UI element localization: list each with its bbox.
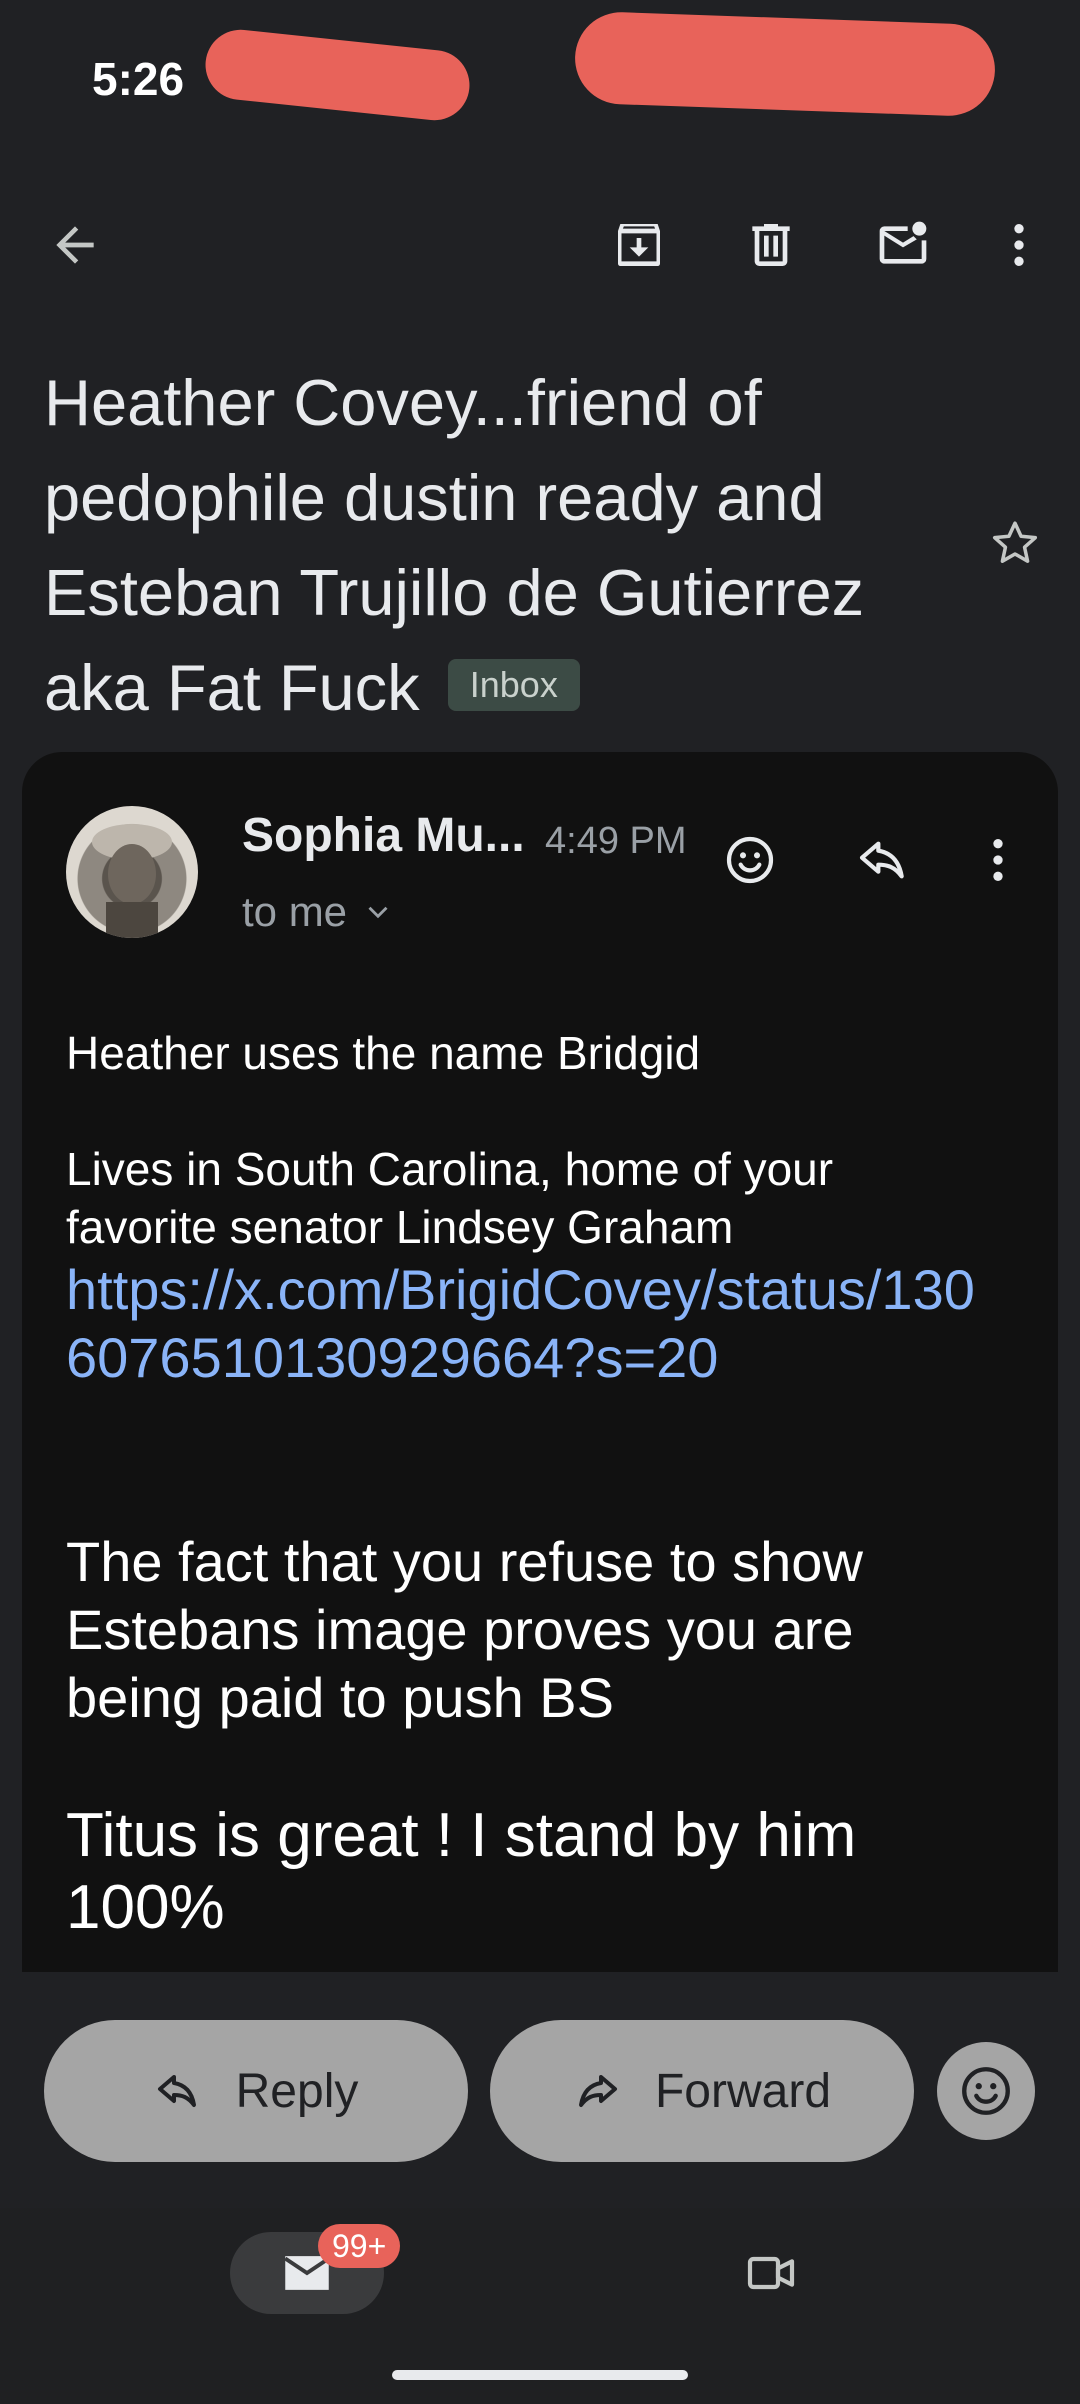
star-button[interactable] [970,498,1060,588]
sender-avatar[interactable] [66,806,198,938]
recipient-text: to me [242,888,348,935]
chevron-down-icon [368,906,388,919]
forward-button[interactable]: Forward [490,2020,914,2162]
redaction-mark [573,10,997,118]
sender-name[interactable]: Sophia Mu... [242,808,525,863]
body-line-1: Heather uses the name Bridgid [66,1027,701,1079]
more-vert-icon [1014,224,1024,266]
back-arrow-icon [56,226,94,264]
archive-icon [618,224,660,266]
more-vert-icon [993,839,1003,881]
person-photo-icon [92,824,172,938]
inbox-label-chip[interactable]: Inbox [447,658,580,711]
body-paragraph-3: The fact that you refuse to show Esteban… [66,1530,863,1729]
email-subject: Heather Covey...friend of pedophile dust… [44,355,944,735]
forward-icon [578,2075,617,2107]
delete-icon [752,224,790,266]
delete-button[interactable] [726,200,816,290]
body-line-2: Lives in South Carolina, home of your fa… [66,1143,834,1253]
recipient-details-toggle[interactable]: to me [242,888,395,936]
redaction-mark [202,26,473,124]
unread-count-badge: 99+ [318,2224,401,2268]
mark-unread-button[interactable] [858,200,948,290]
reply-button[interactable]: Reply [44,2020,468,2162]
video-camera-icon [747,2256,795,2290]
star-icon [992,521,1038,563]
archive-button[interactable] [594,200,684,290]
emoji-icon [962,2067,1010,2115]
reply-icon-button[interactable] [838,815,928,905]
reply-icon [157,2075,196,2107]
forward-label: Forward [654,2064,832,2118]
react-emoji-button[interactable] [705,815,795,905]
emoji-reaction-button[interactable] [937,2042,1035,2140]
reply-label: Reply [235,2064,359,2118]
emoji-icon [726,836,774,884]
nav-meet-tab[interactable] [726,2228,816,2318]
mark-unread-icon [879,221,927,264]
message-time: 4:49 PM [545,820,687,862]
more-options-button[interactable] [974,200,1064,290]
home-gesture-bar[interactable] [392,2370,688,2380]
back-button[interactable] [30,200,120,290]
status-time: 5:26 [92,53,185,105]
body-link[interactable]: https://x.com/BrigidCovey/status/1306076… [66,1256,986,1392]
body-paragraph-4: Titus is great ! I stand by him 100% [66,1801,857,1942]
message-more-button[interactable] [953,815,1043,905]
reply-icon [859,841,904,879]
